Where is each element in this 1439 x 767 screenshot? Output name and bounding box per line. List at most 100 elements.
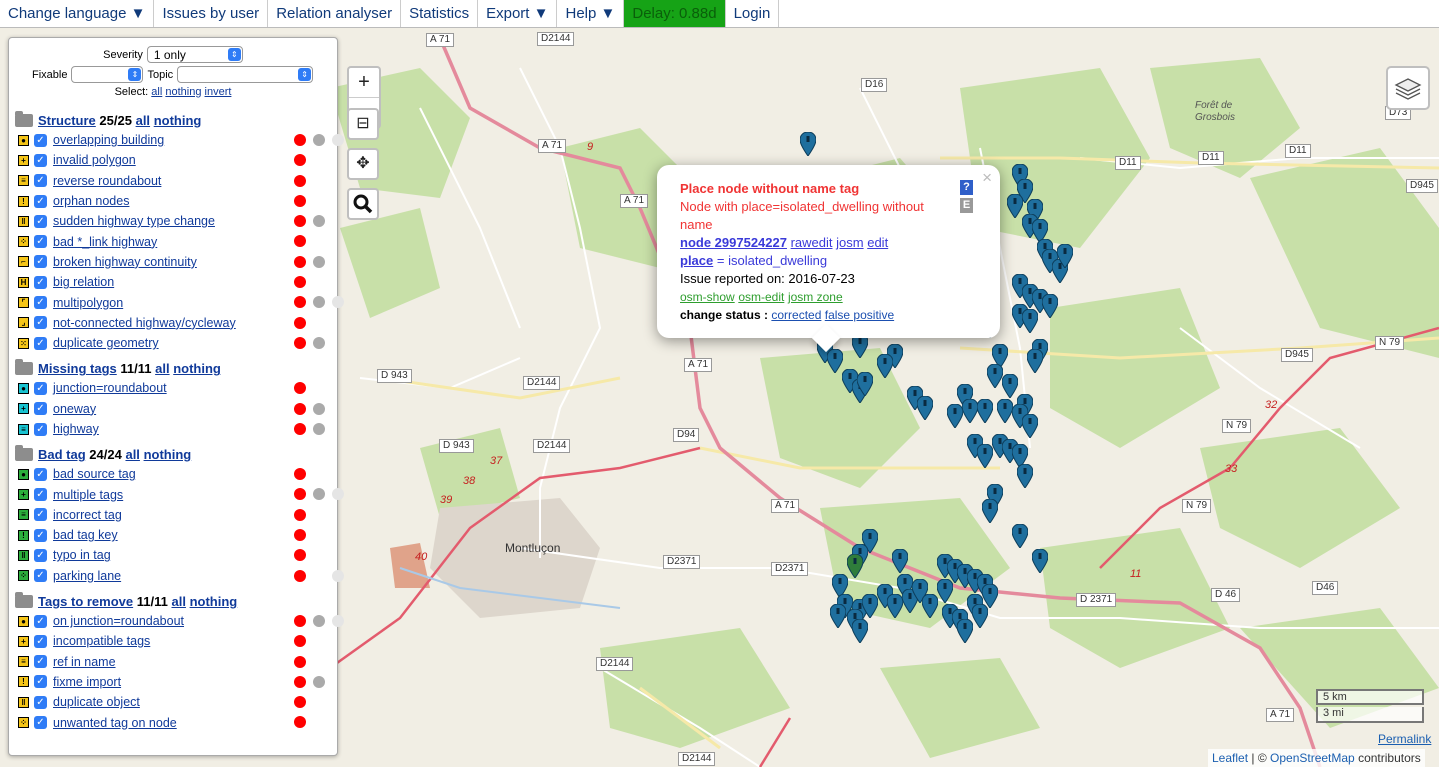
checkbox[interactable]: ✓ [34, 695, 47, 709]
select-invert-link[interactable]: invert [205, 86, 232, 98]
checkbox[interactable]: ✓ [34, 174, 47, 188]
category-all-link[interactable]: all [155, 361, 169, 376]
issue-marker-icon[interactable] [1007, 194, 1023, 218]
severity-dot[interactable] [294, 154, 306, 167]
false-positive-link[interactable]: false positive [825, 308, 894, 322]
issue-type-link[interactable]: incorrect tag [53, 508, 122, 522]
checkbox[interactable]: ✓ [34, 488, 47, 502]
severity-dot[interactable] [313, 255, 325, 268]
severity-dot[interactable] [294, 549, 306, 562]
issue-marker-icon[interactable] [827, 349, 843, 373]
checkbox[interactable]: ✓ [34, 402, 47, 416]
checkbox[interactable]: ✓ [34, 634, 47, 648]
josm-zone-link[interactable]: josm zone [788, 290, 843, 304]
issue-marker-icon[interactable] [922, 594, 938, 618]
severity-dot[interactable] [294, 194, 306, 207]
menu-change-language[interactable]: Change language ▼ [0, 0, 155, 27]
issue-marker-icon[interactable] [977, 399, 993, 423]
checkbox[interactable]: ✓ [34, 381, 47, 395]
fixable-select[interactable]: ⇕ [71, 66, 144, 83]
select-all-link[interactable]: all [151, 86, 162, 98]
checkbox[interactable]: ✓ [34, 336, 47, 350]
checkbox[interactable]: ✓ [34, 235, 47, 249]
severity-dot[interactable] [332, 134, 344, 146]
checkbox[interactable]: ✓ [34, 153, 47, 167]
issue-type-link[interactable]: ref in name [53, 655, 116, 669]
issue-marker-icon[interactable] [982, 499, 998, 523]
severity-dot[interactable] [332, 488, 344, 501]
menu-issues-by-user[interactable]: Issues by user [154, 0, 269, 27]
severity-dot[interactable] [294, 569, 306, 582]
severity-dot[interactable] [294, 614, 306, 627]
checkbox[interactable]: ✓ [34, 569, 47, 583]
severity-dot[interactable] [313, 422, 325, 435]
severity-dot[interactable] [332, 614, 344, 627]
issue-marker-icon[interactable] [1057, 244, 1073, 268]
issue-type-link[interactable]: duplicate geometry [53, 336, 159, 350]
permalink-link[interactable]: Permalink [1378, 732, 1431, 746]
category-all-link[interactable]: all [136, 113, 150, 128]
checkbox[interactable]: ✓ [34, 548, 47, 562]
menu-relation-analyser[interactable]: Relation analyser [268, 0, 402, 27]
category-all-link[interactable]: all [171, 594, 185, 609]
locate-button[interactable]: ✥ [347, 148, 379, 180]
category-all-link[interactable]: all [125, 447, 139, 462]
checkbox[interactable]: ✓ [34, 467, 47, 481]
issue-type-link[interactable]: multiple tags [53, 488, 123, 502]
issue-marker-icon[interactable] [1022, 414, 1038, 438]
issue-type-link[interactable]: multipolygon [53, 296, 123, 310]
severity-dot[interactable] [294, 529, 306, 542]
issue-type-link[interactable]: broken highway continuity [53, 255, 197, 269]
issue-marker-icon[interactable] [1032, 549, 1048, 573]
checkbox[interactable]: ✓ [34, 508, 47, 522]
menu-statistics[interactable]: Statistics [401, 0, 479, 27]
severity-dot[interactable] [313, 215, 325, 228]
menu-login[interactable]: Login [726, 0, 780, 27]
issue-marker-icon[interactable] [830, 604, 846, 628]
issue-type-link[interactable]: bad tag key [53, 528, 118, 542]
issue-marker-icon[interactable] [937, 579, 953, 603]
issue-type-link[interactable]: oneway [53, 402, 96, 416]
severity-dot[interactable] [294, 696, 306, 709]
category-name-link[interactable]: Tags to remove [38, 594, 133, 609]
checkbox[interactable]: ✓ [34, 214, 47, 228]
issue-type-link[interactable]: highway [53, 422, 99, 436]
issue-type-link[interactable]: incompatible tags [53, 634, 150, 648]
issue-marker-icon[interactable] [847, 554, 863, 578]
severity-dot[interactable] [294, 468, 306, 481]
category-nothing-link[interactable]: nothing [190, 594, 238, 609]
severity-dot[interactable] [294, 296, 306, 309]
issue-marker-icon[interactable] [1022, 309, 1038, 333]
category-nothing-link[interactable]: nothing [144, 447, 192, 462]
category-name-link[interactable]: Structure [38, 113, 96, 128]
osm-link[interactable]: OpenStreetMap [1270, 751, 1355, 765]
issue-marker-icon[interactable] [1017, 464, 1033, 488]
checkbox[interactable]: ✓ [34, 614, 47, 628]
menu-export[interactable]: Export ▼ [478, 0, 558, 27]
severity-dot[interactable] [294, 422, 306, 435]
severity-dot[interactable] [294, 134, 306, 146]
checkbox[interactable]: ✓ [34, 275, 47, 289]
category-nothing-link[interactable]: nothing [154, 113, 202, 128]
issue-type-link[interactable]: not-connected highway/cycleway [53, 316, 236, 330]
severity-dot[interactable] [294, 316, 306, 329]
issue-type-link[interactable]: fixme import [53, 675, 121, 689]
issue-type-link[interactable]: big relation [53, 275, 114, 289]
search-button[interactable] [347, 188, 379, 220]
issue-marker-icon[interactable] [1027, 349, 1043, 373]
issue-type-link[interactable]: duplicate object [53, 695, 140, 709]
node-link[interactable]: node 2997524227 [680, 235, 787, 250]
checkbox[interactable]: ✓ [34, 296, 47, 310]
severity-dot[interactable] [313, 336, 325, 349]
osm-edit-link[interactable]: osm-edit [738, 290, 784, 304]
josm-link[interactable]: josm [836, 235, 863, 250]
issue-marker-icon[interactable] [957, 619, 973, 643]
issue-type-link[interactable]: overlapping building [53, 133, 164, 147]
edit-link[interactable]: edit [867, 235, 888, 250]
checkbox[interactable]: ✓ [34, 422, 47, 436]
issue-marker-icon[interactable] [917, 396, 933, 420]
issue-type-link[interactable]: invalid polygon [53, 153, 136, 167]
issue-marker-icon[interactable] [852, 619, 868, 643]
checkbox[interactable]: ✓ [34, 316, 47, 330]
minimize-panel-button[interactable]: ⊟ [347, 108, 379, 140]
